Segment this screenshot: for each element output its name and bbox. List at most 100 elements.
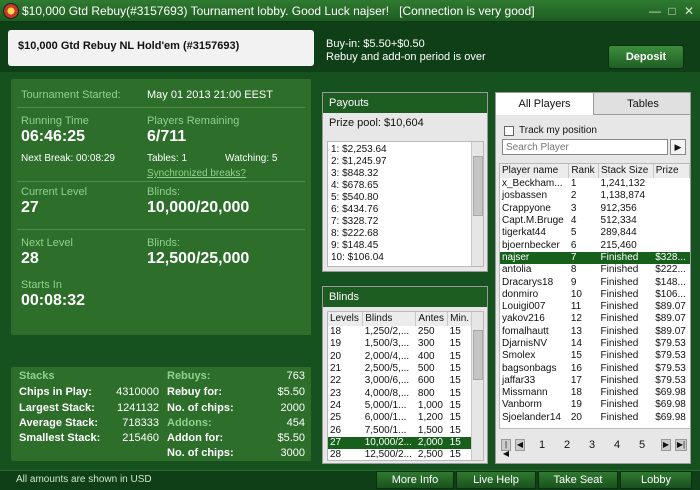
- more-info-button[interactable]: More Info: [376, 471, 454, 489]
- last-page-icon[interactable]: ▶|: [675, 439, 687, 451]
- table-row[interactable]: bjoernbecker 6 215,460: [500, 239, 690, 251]
- table-cell: 20: [330, 350, 342, 362]
- column-header[interactable]: Player name: [500, 164, 570, 178]
- table-cell: 15: [449, 375, 461, 387]
- table-cell: $69.98: [655, 387, 686, 399]
- table-cell: 1,241,132: [600, 178, 646, 190]
- table-row[interactable]: yakov216 12 Finished $89.07: [500, 313, 690, 325]
- blinds-table[interactable]: Levels Blinds Antes Min. 18 1,250/2,... 250 15 1…: [327, 311, 484, 461]
- table-row[interactable]: Smolex 15 Finished $79.53: [500, 350, 690, 362]
- average-stack-label: Average Stack:: [19, 417, 99, 429]
- table-cell: 2: [570, 190, 577, 202]
- column-header[interactable]: Rank: [568, 164, 600, 178]
- table-cell: 10,000/2...: [362, 436, 416, 449]
- table-row[interactable]: najser 7 Finished $328...: [500, 251, 690, 265]
- page-link[interactable]: 1: [539, 439, 545, 451]
- starts-in-value: 00:08:32: [21, 292, 86, 309]
- table-row[interactable]: Dracarys18 9 Finished $148...: [500, 276, 690, 288]
- table-row: 25 6,000/1... 1,200 15: [328, 412, 473, 424]
- table-cell: najser: [500, 251, 569, 265]
- column-header: Blinds: [362, 312, 417, 326]
- table-cell: 28: [330, 449, 342, 461]
- table-cell: 15: [449, 399, 461, 411]
- table-row[interactable]: DjarnisNV 14 Finished $79.53: [500, 338, 690, 350]
- payouts-list[interactable]: 1: $2,253.64 2: $1,245.97 3: $848.32 4: $67…: [327, 141, 484, 267]
- rebuy-chips-value: 2000: [280, 402, 305, 414]
- table-cell: $89.07: [655, 301, 686, 313]
- table-cell: 4,000/8,...: [364, 387, 410, 399]
- tournament-info-panel: Tournament Started: May 01 2013 21:00 EE…: [10, 78, 312, 336]
- table-cell: Finished: [600, 264, 639, 276]
- rebuys-value: 763: [286, 370, 305, 382]
- table-row[interactable]: fomalhautt 13 Finished $89.07: [500, 326, 690, 338]
- column-header[interactable]: Stack Size: [598, 164, 654, 178]
- synchronized-breaks-link[interactable]: Synchronized breaks?: [147, 168, 246, 179]
- table-cell: Missmann: [502, 387, 548, 399]
- tab-all-players[interactable]: All Players: [496, 93, 594, 115]
- page-link[interactable]: 4: [614, 439, 620, 451]
- table-row[interactable]: Vanborm 19 Finished $69.98: [500, 399, 690, 411]
- payout-row: 6: $434.76: [331, 204, 379, 215]
- tab-tables[interactable]: Tables: [594, 93, 690, 115]
- minimize-icon[interactable]: —: [648, 4, 662, 18]
- table-row[interactable]: donmiro 10 Finished $106...: [500, 289, 690, 301]
- lobby-button[interactable]: Lobby: [620, 471, 692, 489]
- track-position-checkbox[interactable]: [504, 126, 514, 136]
- payouts-scrollbar[interactable]: [471, 142, 483, 266]
- live-help-button[interactable]: Live Help: [456, 471, 536, 489]
- take-seat-button[interactable]: Take Seat: [538, 471, 618, 489]
- page-link[interactable]: 5: [639, 439, 645, 451]
- table-row[interactable]: bagsonbags 16 Finished $79.53: [500, 362, 690, 374]
- table-row[interactable]: tigerkat44 5 289,844: [500, 227, 690, 239]
- payout-row: 2: $1,245.97: [331, 156, 387, 167]
- average-stack-row: Average Stack: 718333: [19, 417, 159, 429]
- page-link[interactable]: 3: [589, 439, 595, 451]
- table-row[interactable]: Louigi007 11 Finished $89.07: [500, 301, 690, 313]
- table-row: 26 7,500/1... 1,500 15: [328, 424, 473, 436]
- chips-in-play-value: 4310000: [116, 386, 159, 398]
- rebuy-for-value: $5.50: [277, 386, 305, 398]
- payout-row: 10: $106.04: [331, 252, 384, 263]
- search-go-button[interactable]: ▶: [670, 139, 686, 155]
- watching-count: Watching: 5: [225, 153, 278, 164]
- maximize-icon[interactable]: □: [665, 4, 679, 18]
- next-break: Next Break: 00:08:29: [21, 153, 115, 164]
- table-row[interactable]: Missmann 18 Finished $69.98: [500, 387, 690, 399]
- stacks-panel: Stacks Chips in Play: 4310000 Largest Sta…: [10, 366, 312, 462]
- table-cell: tigerkat44: [502, 227, 546, 239]
- table-row[interactable]: antolia 8 Finished $222...: [500, 264, 690, 276]
- close-icon[interactable]: ✕: [682, 4, 696, 18]
- table-cell: 4: [570, 215, 577, 227]
- table-cell: Finished: [600, 362, 639, 374]
- table-cell: Finished: [600, 313, 639, 325]
- page-link[interactable]: 2: [564, 439, 570, 451]
- table-cell: 27: [328, 436, 363, 449]
- scroll-thumb[interactable]: [473, 156, 483, 216]
- table-row[interactable]: jaffar33 17 Finished $79.53: [500, 375, 690, 387]
- scroll-thumb[interactable]: [473, 330, 483, 380]
- table-cell: Louigi007: [502, 301, 546, 313]
- players-table[interactable]: Player name Rank Stack Size Prize x_Beckham.…: [499, 163, 690, 429]
- table-row[interactable]: Capt.M.Bruge 4 512,334: [500, 215, 690, 227]
- table-row[interactable]: Sjoelander14 20 Finished $69.98: [500, 412, 690, 424]
- table-cell: $79.53: [655, 362, 686, 374]
- table-row[interactable]: Crappyone 3 912,356: [500, 203, 690, 215]
- table-cell: bjoernbecker: [502, 239, 560, 251]
- running-time-value: 06:46:25: [21, 128, 86, 145]
- table-cell: $79.53: [655, 374, 686, 386]
- table-row[interactable]: josbassen 2 1,138,874: [500, 190, 690, 202]
- first-page-icon[interactable]: |◀: [501, 439, 511, 458]
- prev-page-icon[interactable]: ◀: [515, 439, 525, 451]
- rebuy-for-label: Rebuy for:: [167, 386, 222, 398]
- table-cell: 15: [449, 387, 461, 399]
- table-cell: Finished: [600, 301, 639, 313]
- table-cell: 15: [449, 363, 461, 375]
- search-player-input[interactable]: [502, 139, 668, 155]
- table-row[interactable]: x_Beckham... 1 1,241,132: [500, 178, 690, 190]
- table-cell: 22: [330, 375, 342, 387]
- deposit-button[interactable]: Deposit: [608, 45, 684, 69]
- next-page-icon[interactable]: ▶: [661, 439, 671, 451]
- blinds-scrollbar[interactable]: [471, 312, 483, 460]
- column-header[interactable]: Prize: [653, 164, 690, 178]
- table-cell: 6: [570, 239, 577, 251]
